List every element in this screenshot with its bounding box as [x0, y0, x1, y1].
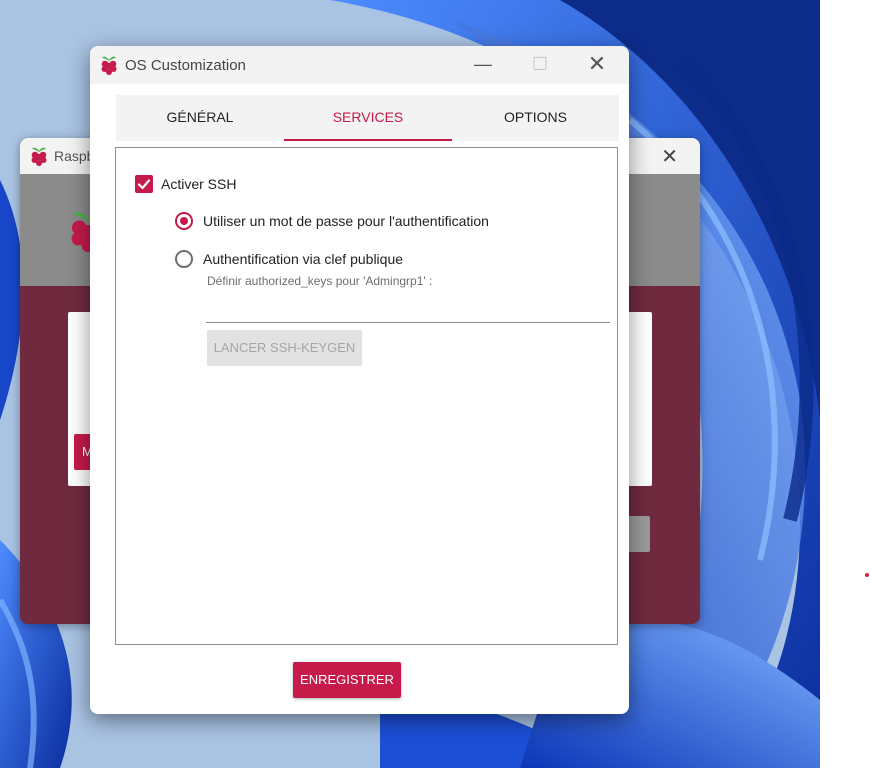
minimize-button[interactable]: —: [460, 46, 506, 84]
ssh-checkbox[interactable]: [135, 175, 153, 193]
active-tab-indicator: [284, 139, 452, 141]
radio-pubkey-auth[interactable]: [175, 250, 193, 268]
authorized-keys-input[interactable]: [206, 296, 610, 323]
dialog-titlebar[interactable]: OS Customization — ☐ ✕: [90, 46, 629, 84]
tab-services[interactable]: SERVICES: [284, 95, 452, 141]
maximize-button[interactable]: ☐: [517, 46, 563, 84]
tab-options[interactable]: OPTIONS: [452, 95, 619, 141]
radio-pubkey-label[interactable]: Authentification via clef publique: [203, 251, 403, 267]
close-icon[interactable]: ✕: [661, 144, 678, 169]
tab-services-label: SERVICES: [332, 109, 404, 125]
ssh-checkbox-label[interactable]: Activer SSH: [161, 176, 236, 192]
tab-general-label: GÉNÉRAL: [166, 109, 234, 125]
raspberry-icon: [31, 147, 47, 166]
radio-password-auth[interactable]: [175, 212, 193, 230]
ssh-keygen-button[interactable]: LANCER SSH-KEYGEN: [207, 330, 362, 366]
authorized-keys-hint: Définir authorized_keys pour 'Admingrp1'…: [207, 274, 433, 288]
os-customization-dialog: OS Customization — ☐ ✕ GÉNÉRAL SERVICES …: [90, 46, 629, 714]
close-button[interactable]: ✕: [574, 46, 620, 84]
dialog-title: OS Customization: [125, 57, 246, 74]
tab-options-label: OPTIONS: [503, 109, 567, 125]
services-panel: Activer SSH Utiliser un mot de passe pou…: [115, 147, 618, 645]
background-window-title: Raspb: [54, 148, 95, 164]
radio-password-label[interactable]: Utiliser un mot de passe pour l'authenti…: [203, 213, 489, 229]
tab-general[interactable]: GÉNÉRAL: [116, 95, 284, 141]
tab-bar: GÉNÉRAL SERVICES OPTIONS: [116, 95, 619, 141]
save-button[interactable]: ENREGISTRER: [293, 662, 401, 698]
blank-margin: [820, 0, 870, 768]
raspberry-icon: [101, 56, 117, 75]
checkmark-icon: [137, 179, 151, 190]
red-dot-marker: [865, 573, 869, 577]
